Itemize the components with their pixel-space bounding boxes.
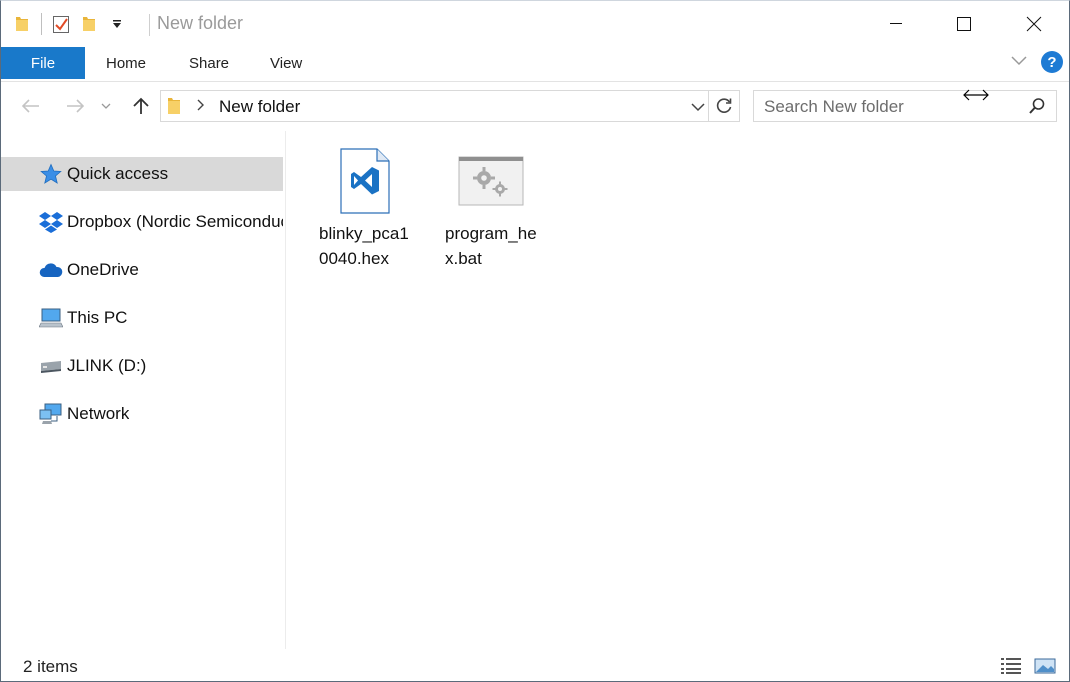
maximize-button[interactable] xyxy=(941,1,987,47)
folder-icon xyxy=(167,96,181,121)
star-icon xyxy=(39,162,63,186)
window-title: New folder xyxy=(157,13,244,33)
nav-item-label: OneDrive xyxy=(67,260,139,279)
nav-item-label: JLINK (D:) xyxy=(67,356,147,375)
nav-item-this-pc[interactable]: This PC xyxy=(1,301,283,335)
file-item[interactable]: program_hex.bat xyxy=(435,141,547,271)
up-button[interactable] xyxy=(127,92,155,120)
forward-button[interactable] xyxy=(61,92,89,120)
folder-icon xyxy=(11,13,33,35)
expand-ribbon-icon[interactable] xyxy=(1011,53,1027,71)
search-icon[interactable] xyxy=(1028,97,1046,120)
explorer-window: New folder File Home Share View ? New fo… xyxy=(0,0,1070,682)
customize-toolbar-icon[interactable] xyxy=(106,13,128,35)
back-button[interactable] xyxy=(17,92,45,120)
file-list: blinky_pca10040.hex program_hex.bat xyxy=(287,131,1069,649)
search-box[interactable] xyxy=(753,90,1057,122)
address-path[interactable]: New folder xyxy=(219,97,300,117)
network-icon xyxy=(39,402,63,426)
tab-share[interactable]: Share xyxy=(189,47,229,79)
nav-item-quick-access[interactable]: Quick access xyxy=(1,157,283,191)
quick-access-toolbar xyxy=(11,11,134,37)
chevron-right-icon[interactable] xyxy=(197,98,205,117)
tab-home[interactable]: Home xyxy=(106,47,146,79)
file-item[interactable]: blinky_pca10040.hex xyxy=(309,141,421,271)
address-bar[interactable]: New folder xyxy=(160,90,740,122)
nav-item-dropbox[interactable]: Dropbox (Nordic Semiconductor ASA) xyxy=(1,205,283,239)
address-row: New folder xyxy=(1,81,1069,131)
ribbon-tabs: File Home Share View ? xyxy=(1,47,1069,82)
title-bar: New folder xyxy=(1,1,1069,47)
nav-item-onedrive[interactable]: OneDrive xyxy=(1,253,283,287)
title-separator xyxy=(149,14,150,36)
status-bar: 2 items xyxy=(1,649,1069,681)
computer-icon xyxy=(39,306,63,330)
dropbox-icon xyxy=(39,210,63,234)
new-folder-icon[interactable] xyxy=(78,13,100,35)
nav-item-jlink-drive[interactable]: JLINK (D:) xyxy=(1,349,283,383)
help-icon[interactable]: ? xyxy=(1041,51,1063,73)
batch-file-icon xyxy=(451,141,531,221)
nav-item-network[interactable]: Network xyxy=(1,397,283,431)
file-name: program_hex.bat xyxy=(445,224,537,268)
resize-cursor-icon xyxy=(963,88,989,107)
ribbon-right-controls: ? xyxy=(1011,51,1063,73)
nav-item-label: Quick access xyxy=(67,164,169,183)
refresh-button[interactable] xyxy=(708,91,739,121)
toolbar-separator xyxy=(41,13,42,35)
cloud-icon xyxy=(39,258,63,282)
item-count: 2 items xyxy=(23,657,78,676)
drive-icon xyxy=(39,354,63,378)
details-view-icon[interactable] xyxy=(999,655,1023,677)
nav-item-label: Network xyxy=(67,404,130,423)
large-icons-view-icon[interactable] xyxy=(1033,655,1057,677)
minimize-button[interactable] xyxy=(873,1,919,47)
vscode-file-icon xyxy=(325,141,405,221)
properties-icon[interactable] xyxy=(50,13,72,35)
nav-item-label: Dropbox (Nordic Semiconductor ASA) xyxy=(67,212,283,231)
file-name: blinky_pca10040.hex xyxy=(319,224,409,268)
nav-item-label: This PC xyxy=(67,308,128,327)
chevron-down-icon[interactable] xyxy=(691,99,705,117)
navigation-pane: Quick access Dropbox (Nordic Semiconduct… xyxy=(1,131,286,649)
view-switcher xyxy=(989,655,1057,677)
tab-file[interactable]: File xyxy=(1,47,85,79)
close-button[interactable] xyxy=(1011,1,1057,47)
recent-locations-button[interactable] xyxy=(97,92,115,120)
tab-view[interactable]: View xyxy=(270,47,302,79)
